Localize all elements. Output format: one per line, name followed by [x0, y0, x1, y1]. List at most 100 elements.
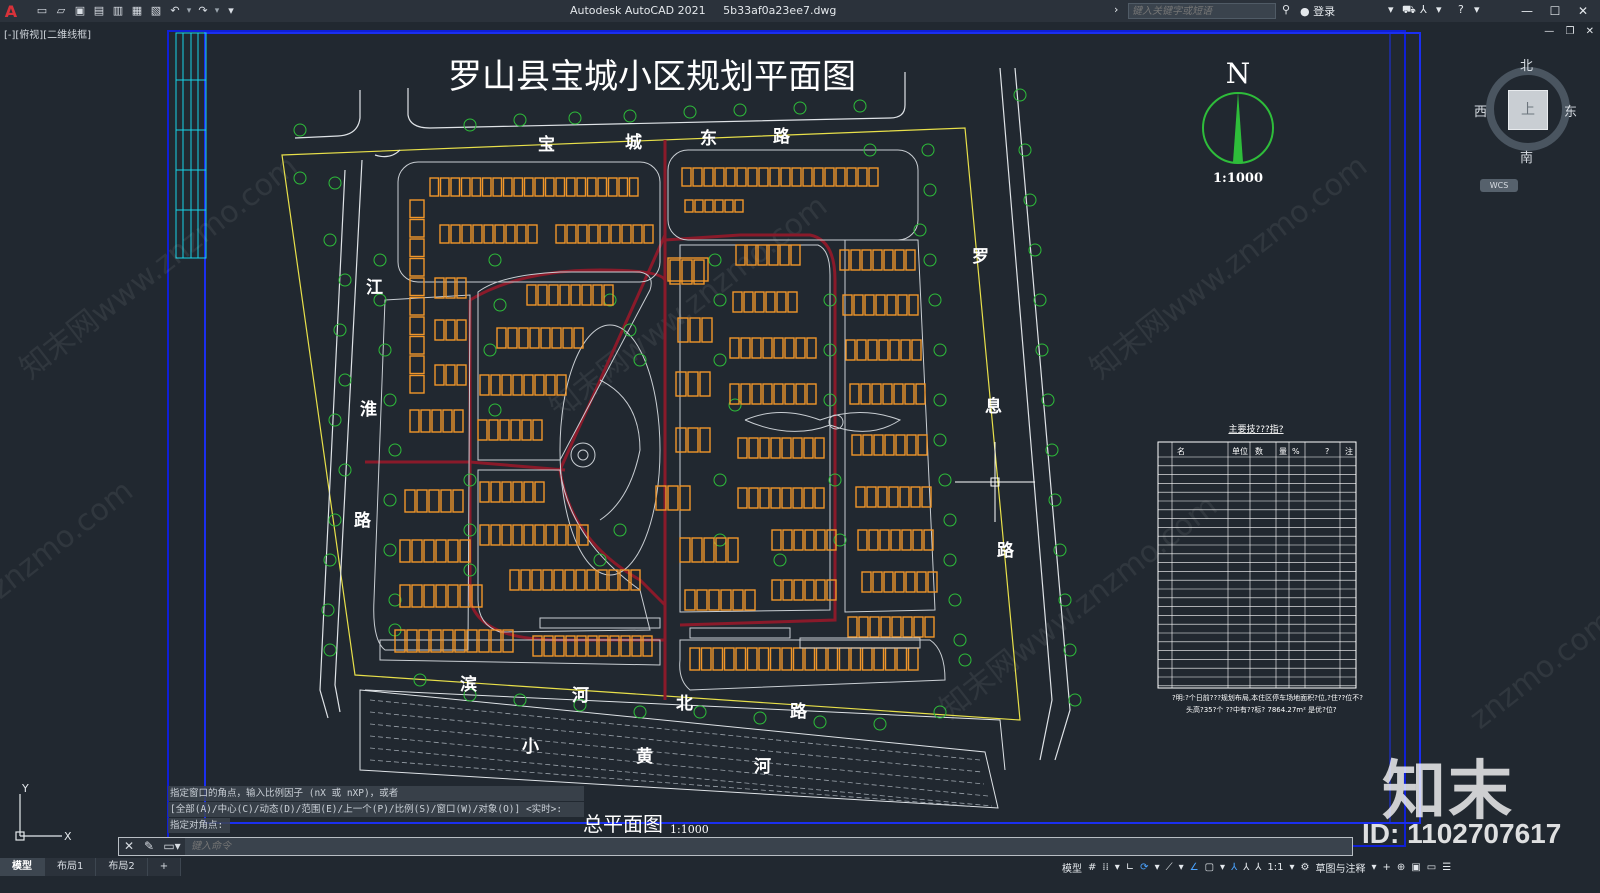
building-footprint	[618, 177, 629, 197]
login-button[interactable]: ● 登录	[1300, 3, 1335, 19]
save-icon[interactable]: ▣	[72, 4, 88, 18]
ucs-toggle-icon[interactable]: ⊕	[1397, 862, 1405, 873]
building-footprint	[758, 647, 770, 671]
command-customize-icon[interactable]: ✎	[139, 838, 159, 855]
cart-icon[interactable]: ⛟	[1402, 3, 1416, 18]
workspace-dropdown-icon[interactable]: ▾	[1372, 862, 1377, 873]
login-dropdown-icon[interactable]: ▾	[1388, 3, 1394, 16]
hardware-accel-icon[interactable]: ▣	[1411, 862, 1420, 873]
clean-screen-icon[interactable]: ▭	[1427, 862, 1436, 873]
building-footprint	[770, 487, 781, 509]
tree-symbol	[713, 353, 727, 367]
building-footprint	[905, 249, 916, 271]
a360-icon[interactable]: ⅄	[1420, 3, 1427, 16]
snap-icon[interactable]: ⁞⁞	[1102, 862, 1108, 873]
building-footprint	[890, 529, 901, 551]
compass-south[interactable]: 南	[1520, 147, 1533, 166]
annotation-scale-value[interactable]: 1:1	[1267, 862, 1283, 873]
close-button[interactable]: ✕	[1574, 2, 1592, 20]
wcs-menu-button[interactable]: WCS	[1480, 179, 1518, 192]
auto-scale-icon[interactable]: ⅄	[1243, 862, 1249, 873]
compass-north[interactable]: 北	[1520, 55, 1533, 74]
isodraft-icon[interactable]: ⟋	[1166, 862, 1173, 873]
search-input[interactable]	[1128, 3, 1276, 19]
road-label-bottom: 滨	[460, 674, 477, 695]
workspace-switch[interactable]: 草图与注释	[1316, 860, 1366, 875]
maximize-button[interactable]: ☐	[1546, 2, 1564, 20]
help-dropdown-icon[interactable]: ▾	[1474, 3, 1480, 16]
viewcube[interactable]: 上 北 南 东 西 WCS	[1474, 55, 1578, 195]
viewcube-face[interactable]: 上	[1508, 90, 1548, 130]
osnap-icon[interactable]: ▢	[1205, 862, 1214, 873]
ortho-icon[interactable]: ∟	[1126, 862, 1134, 873]
building-footprint	[406, 629, 418, 653]
plot-icon[interactable]: ▦	[129, 4, 145, 18]
building-footprint	[924, 616, 935, 638]
building-footprint	[428, 489, 440, 513]
save-as-icon[interactable]: ▤	[91, 4, 107, 18]
building-footprint	[411, 539, 423, 563]
undo-icon[interactable]: ↶	[167, 4, 183, 18]
command-recent-icon[interactable]: ▭▾	[159, 838, 185, 855]
open-file-icon[interactable]: ▱	[53, 4, 69, 18]
annotation-scale-icon[interactable]: ⅄	[1255, 862, 1261, 873]
search-icon[interactable]: ⚲	[1282, 3, 1290, 16]
command-input[interactable]	[185, 838, 1352, 855]
print-icon[interactable]: ▧	[148, 4, 164, 18]
building-footprint	[556, 524, 567, 546]
help-icon[interactable]: ?	[1458, 3, 1464, 16]
model-space-toggle[interactable]: 模型	[1062, 860, 1082, 875]
add-icon[interactable]: +	[1383, 862, 1391, 873]
building-footprint	[628, 177, 639, 197]
building-footprint	[907, 647, 919, 671]
redo-dropdown-icon[interactable]: ▾	[214, 4, 220, 18]
building-footprint	[751, 383, 762, 405]
compass-east[interactable]: 东	[1564, 101, 1577, 120]
compass-west[interactable]: 西	[1474, 101, 1487, 120]
building-footprint	[607, 177, 618, 197]
grid-icon[interactable]: #	[1088, 862, 1096, 873]
add-layout-button[interactable]: +	[147, 858, 182, 876]
autocad-logo-icon[interactable]: A	[2, 2, 20, 21]
workspace-gear-icon[interactable]: ⚙	[1301, 862, 1310, 873]
customize-statusbar-icon[interactable]: ☰	[1442, 862, 1451, 873]
search-expand-icon[interactable]: ›	[1114, 3, 1118, 16]
a360-dropdown-icon[interactable]: ▾	[1436, 3, 1442, 16]
building-footprint	[692, 167, 703, 187]
building-footprint	[691, 537, 703, 563]
osnap-menu-icon[interactable]: ▾	[1220, 862, 1225, 873]
drawing-canvas[interactable]: 知末网www.znzmo.com 知末网www.znzmo.com 知末网www…	[0, 22, 1600, 858]
building-footprint	[791, 167, 802, 187]
tab-layout2[interactable]: 布局2	[96, 858, 148, 876]
tree-symbol	[1035, 343, 1049, 357]
building-footprint	[409, 355, 425, 375]
file-name: 5b33af0a23ee7.dwg	[723, 4, 837, 17]
polar-dropdown-icon[interactable]: ▾	[1155, 862, 1160, 873]
osnap-dropdown-icon[interactable]: ▾	[1179, 862, 1184, 873]
redo-icon[interactable]: ↷	[195, 4, 211, 18]
tab-layout1[interactable]: 布局1	[45, 858, 97, 876]
polar-icon[interactable]: ⟳	[1140, 862, 1148, 873]
table-header: ?	[1325, 447, 1329, 456]
undo-dropdown-icon[interactable]: ▾	[186, 4, 192, 18]
customize-qat-icon[interactable]: ▾	[223, 4, 239, 18]
building-footprint	[880, 616, 891, 638]
tree-symbol	[958, 653, 972, 667]
minimize-button[interactable]: —	[1518, 2, 1536, 20]
tab-model[interactable]: 模型	[0, 858, 45, 876]
building-footprint	[418, 629, 430, 653]
new-file-icon[interactable]: ▭	[34, 4, 50, 18]
tree-symbol	[923, 253, 937, 267]
snap-dropdown-icon[interactable]: ▾	[1115, 862, 1120, 873]
annotation-visibility-icon[interactable]: ⅄	[1231, 862, 1237, 873]
building-footprint	[748, 487, 759, 509]
command-close-icon[interactable]: ✕	[119, 838, 139, 855]
scale-dropdown-icon[interactable]: ▾	[1290, 862, 1295, 873]
building-footprint	[423, 539, 435, 563]
building-footprint	[714, 199, 724, 213]
tree-symbol	[713, 473, 727, 487]
building-footprint	[573, 327, 584, 349]
building-footprint	[743, 291, 754, 313]
object-snap-tracking-icon[interactable]: ∠	[1190, 862, 1199, 873]
publish-icon[interactable]: ▥	[110, 4, 126, 18]
